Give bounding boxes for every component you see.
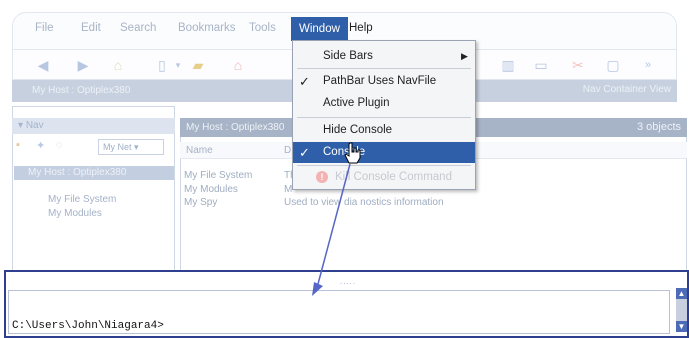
chevron-down-icon[interactable]: ▾ bbox=[170, 57, 186, 73]
row-name: My Modules bbox=[184, 184, 238, 195]
menu-edit[interactable]: Edit bbox=[81, 22, 101, 34]
menu-item-label: Kill Console Command bbox=[335, 171, 452, 183]
menu-item-kill-console[interactable]: ! Kill Console Command bbox=[293, 168, 475, 187]
column-header[interactable]: D bbox=[284, 145, 291, 156]
tree-item[interactable]: My Modules bbox=[48, 208, 102, 219]
menu-item-label: Side Bars bbox=[323, 50, 373, 62]
warning-icon: ! bbox=[316, 171, 328, 183]
menu-help[interactable]: Help bbox=[349, 22, 373, 34]
network-dropdown[interactable]: My Net ▾ bbox=[98, 139, 164, 155]
folder-icon[interactable]: ▰ bbox=[190, 57, 206, 73]
menu-item-label: Active Plugin bbox=[323, 97, 390, 109]
overflow-icon[interactable]: » bbox=[640, 57, 656, 73]
settings-icon[interactable]: ✦ bbox=[36, 139, 45, 152]
table-title: My Host : Optiplex380 bbox=[186, 122, 285, 133]
row-desc: Used to view dia nostics information bbox=[284, 197, 444, 208]
menu-separator bbox=[297, 165, 471, 166]
checkmark-icon: ✓ bbox=[299, 145, 310, 160]
menu-item-console[interactable]: ✓ Console bbox=[293, 142, 475, 163]
menu-tools[interactable]: Tools bbox=[249, 22, 276, 34]
refresh-icon[interactable]: ⌂ bbox=[230, 57, 246, 73]
menu-file[interactable]: File bbox=[35, 22, 54, 34]
home-icon[interactable]: ⌂ bbox=[110, 57, 126, 73]
nav-tab[interactable]: ▾ Nav bbox=[12, 118, 175, 134]
menu-item-hide-console[interactable]: Hide Console bbox=[293, 121, 475, 140]
menu-item-side-bars[interactable]: Side Bars ▶ bbox=[293, 47, 475, 66]
table-row[interactable]: My File System Th bbox=[184, 170, 296, 181]
table-row[interactable]: My Modules M bbox=[184, 184, 292, 195]
chart-icon[interactable]: ▥ bbox=[500, 57, 516, 73]
menu-separator bbox=[297, 68, 471, 69]
table-row[interactable]: My Spy Used to view dia nostics informat… bbox=[184, 197, 444, 208]
hand-cursor-icon bbox=[344, 142, 361, 164]
tree-item[interactable]: My File System bbox=[48, 194, 116, 205]
submenu-arrow-icon: ▶ bbox=[461, 51, 468, 61]
menu-item-pathbar[interactable]: ✓ PathBar Uses NavFile bbox=[293, 72, 475, 91]
row-name: My Spy bbox=[184, 197, 218, 208]
sidebar-toggle-icon[interactable]: ▯ bbox=[154, 57, 170, 73]
row-name: My File System bbox=[184, 170, 253, 181]
scroll-up-icon[interactable]: ▲ bbox=[676, 288, 687, 299]
menu-bookmarks[interactable]: Bookmarks bbox=[178, 22, 236, 34]
menu-window[interactable]: Window bbox=[291, 17, 348, 41]
menu-search[interactable]: Search bbox=[120, 22, 156, 34]
window-menu: Side Bars ▶ ✓ PathBar Uses NavFile Activ… bbox=[292, 40, 476, 190]
nav-tab-label: Nav bbox=[25, 120, 44, 131]
object-count: 3 objects bbox=[636, 121, 681, 133]
menu-item-label: PathBar Uses NavFile bbox=[323, 75, 437, 87]
column-header[interactable]: Name bbox=[186, 145, 213, 156]
network-dropdown-label: My Net bbox=[103, 142, 132, 152]
page-icon[interactable]: ▭ bbox=[533, 57, 549, 73]
forward-icon[interactable]: ▶ bbox=[75, 57, 91, 73]
cut-icon[interactable]: ✂ bbox=[570, 57, 586, 73]
view-selector[interactable]: Nav Container View bbox=[583, 84, 671, 95]
menu-item-label: Hide Console bbox=[323, 124, 393, 136]
tree-root[interactable]: My Host : Optiplex380 bbox=[14, 166, 174, 180]
console-prompt[interactable]: C:\Users\John\Niagara4> bbox=[12, 320, 164, 332]
menu-item-active-plugin[interactable]: Active Plugin bbox=[293, 94, 475, 113]
gear-icon[interactable]: ◌ bbox=[56, 139, 63, 151]
menu-separator bbox=[297, 117, 471, 118]
host-title: My Host : Optiplex380 bbox=[32, 85, 131, 96]
pin-icon[interactable]: ▪ bbox=[16, 139, 20, 151]
resize-grip[interactable]: ..... bbox=[340, 277, 356, 286]
checkmark-icon: ✓ bbox=[299, 74, 310, 89]
copy-icon[interactable]: ▢ bbox=[605, 57, 621, 73]
back-icon[interactable]: ◀ bbox=[35, 57, 51, 73]
scroll-down-icon[interactable]: ▼ bbox=[676, 321, 687, 332]
